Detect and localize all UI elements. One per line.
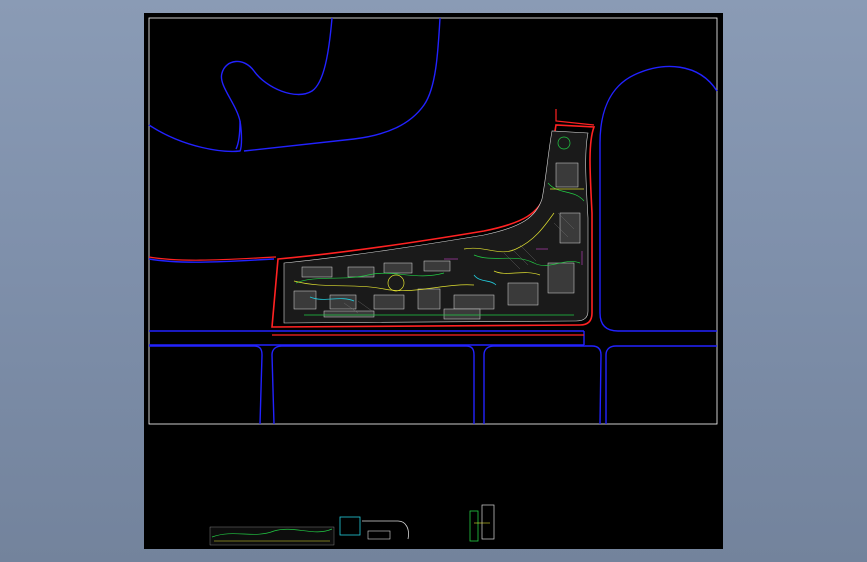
- site-plan-detail: [283, 130, 589, 324]
- site-plan-drawing[interactable]: [144, 13, 723, 549]
- detail-thumbnail-small: [469, 504, 495, 542]
- drawing-frame: [148, 17, 718, 425]
- road-network: [148, 17, 718, 425]
- cad-viewport[interactable]: [144, 13, 723, 549]
- detail-thumbnail-strip: [209, 516, 409, 546]
